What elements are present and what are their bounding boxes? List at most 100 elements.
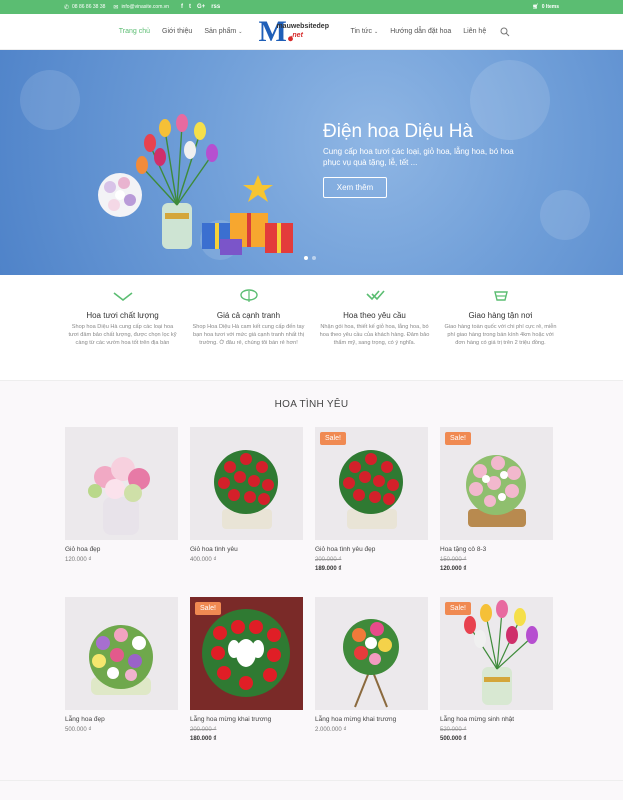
nav-item-news[interactable]: Tin tức ⌄: [350, 28, 378, 35]
product-image[interactable]: Sale!: [440, 427, 553, 540]
feature-title: Hoa theo yêu cầu: [343, 311, 406, 320]
hero-description: Cung cấp hoa tươi các loại, giỏ hoa, lẵn…: [323, 147, 514, 167]
nav-label: Tin tức: [350, 28, 372, 35]
hero-cta-button[interactable]: Xem thêm: [323, 177, 387, 198]
product-name[interactable]: Lẵng hoa mừng khai trương: [315, 716, 428, 723]
flower-illustration: [89, 625, 153, 695]
hero-slider: Điện hoa Diệu Hà Cung cấp hoa tươi các l…: [0, 50, 623, 275]
section-title: HOA TÌNH YÊU: [274, 399, 349, 410]
phone-contact[interactable]: ✆ 08 86 86 38 38: [64, 4, 105, 11]
products-section: HOA TÌNH YÊU Giỏ hoa đẹp 120.000 ₫ Giỏ hoa…: [0, 380, 623, 800]
slider-dot[interactable]: [312, 256, 316, 260]
flower-illustration: [88, 457, 150, 535]
search-icon[interactable]: [500, 27, 510, 37]
product-card[interactable]: Sale! Giỏ hoa tình yêu đẹp 200.000 ₫ 189.00…: [315, 427, 428, 597]
feature-item: Giá cả cạnh tranh Shop Hoa Diệu Hà cam k…: [189, 289, 309, 380]
feature-title: Hoa tươi chất lượng: [86, 311, 159, 320]
double-check-icon: [365, 290, 385, 301]
product-sale-price: 180.000 ₫: [190, 736, 217, 742]
chevron-down-icon: ⌄: [238, 28, 243, 35]
cart-count: 0 Items: [541, 4, 559, 10]
product-card[interactable]: Sale! Lẵng hoa mừng khai trương 200.000 ₫ 1…: [190, 597, 303, 767]
sale-badge: Sale!: [320, 432, 346, 445]
slider-dot[interactable]: [304, 256, 308, 260]
logo-text: mauwebsitedep: [276, 22, 329, 30]
flower-illustration: [343, 619, 399, 708]
hero-title: Điện hoa Diệu Hà: [323, 121, 473, 142]
product-image[interactable]: Sale!: [440, 597, 553, 710]
product-name[interactable]: Giỏ hoa đẹp: [65, 546, 178, 553]
product-price: 2.000.000 ₫: [315, 727, 347, 733]
product-name[interactable]: Hoa tặng cô 8-3: [440, 546, 553, 553]
phone-number: 08 86 86 38 38: [72, 4, 106, 10]
product-image[interactable]: [315, 597, 428, 710]
email-address: info@vinasite.com.vn: [121, 4, 170, 10]
nav-item-order-guide[interactable]: Hướng dẫn đặt hoa: [390, 28, 451, 35]
feature-item: Hoa theo yêu cầu Nhận gói hoa, thiết kế …: [315, 289, 435, 380]
product-card[interactable]: Lẵng hoa đẹp 500.000 ₫: [65, 597, 178, 767]
flowers-gifts-image: [98, 114, 293, 255]
nav-label: Liên hệ: [463, 28, 487, 35]
product-grid: Giỏ hoa đẹp 120.000 ₫ Giỏ hoa tình yêu 400.…: [65, 427, 555, 767]
price-icon: [239, 289, 258, 302]
feature-desc: Giao hàng toàn quốc với chi phí cực rẻ, …: [444, 324, 557, 346]
phone-icon: ✆: [64, 4, 70, 11]
product-price: 500.000 ₫: [65, 727, 92, 733]
bokeh-decoration: [540, 190, 590, 240]
nav-item-contact[interactable]: Liên hệ: [463, 28, 486, 35]
sale-badge: Sale!: [195, 602, 221, 615]
feature-desc: Shop Hoa Diệu Hà cam kết cung cấp đến ta…: [192, 324, 305, 346]
sale-badge: Sale!: [445, 432, 471, 445]
nav-label: Trang chủ: [118, 28, 151, 35]
product-price: 120.000 ₫: [65, 557, 92, 563]
product-price: 400.000 ₫: [190, 557, 217, 563]
main-header: Trang chủ Giới thiệu Sản phẩm ⌄ M. mauweb…: [0, 14, 623, 50]
product-image[interactable]: [190, 427, 303, 540]
top-bar: ✆ 08 86 86 38 38 ✉ info@vinasite.com.vn …: [0, 0, 623, 14]
product-sale-price: 189.000 ₫: [315, 566, 342, 572]
email-contact[interactable]: ✉ info@vinasite.com.vn: [113, 4, 169, 11]
feature-desc: Shop hoa Diệu Hà cung cấp các loại hoa t…: [68, 324, 177, 346]
email-icon: ✉: [113, 4, 119, 11]
feature-desc: Nhận gói hoa, thiết kế giỏ hoa, lẵng hoa…: [319, 324, 430, 346]
delivery-icon: [493, 291, 508, 301]
product-card[interactable]: Lẵng hoa mừng khai trương 2.000.000 ₫: [315, 597, 428, 767]
cart-link[interactable]: 🛒︎ 0 Items: [532, 4, 559, 10]
feature-title: Giao hàng tận nơi: [468, 311, 533, 320]
rss-icon[interactable]: rss: [211, 4, 220, 10]
social-links: f t G+ rss: [181, 4, 220, 10]
feature-item: Hoa tươi chất lượng Shop hoa Diệu Hà cun…: [63, 289, 183, 380]
nav-item-about[interactable]: Giới thiệu: [162, 28, 192, 35]
product-name[interactable]: Giỏ hoa tình yêu đẹp: [315, 546, 428, 553]
nav-label: Hướng dẫn đặt hoa: [390, 28, 452, 35]
features-section: Hoa tươi chất lượng Shop hoa Diệu Hà cun…: [0, 275, 623, 380]
nav-item-home[interactable]: Trang chủ: [119, 28, 150, 35]
product-name[interactable]: Lẵng hoa đẹp: [65, 716, 178, 723]
logo-suffix: .net: [290, 31, 303, 39]
google-plus-icon[interactable]: G+: [197, 4, 205, 10]
site-logo[interactable]: M. mauwebsitedep .net: [258, 16, 334, 46]
product-sale-price: 500.000 ₫: [440, 736, 467, 742]
product-card[interactable]: Sale! Lẵng hoa mừng sinh nhật 520.000 ₫ 500…: [440, 597, 553, 767]
product-card[interactable]: Sale! Hoa tặng cô 8-3 150.000 ₫ 120.000 ₫: [440, 427, 553, 597]
product-old-price: 200.000 ₫: [315, 557, 342, 563]
check-icon: [113, 292, 132, 302]
facebook-icon[interactable]: f: [181, 4, 183, 10]
chevron-down-icon: ⌄: [374, 28, 379, 35]
product-image[interactable]: [65, 427, 178, 540]
product-image[interactable]: [65, 597, 178, 710]
twitter-icon[interactable]: t: [189, 4, 191, 10]
product-name[interactable]: Lẵng hoa mừng khai trương: [190, 716, 303, 723]
product-name[interactable]: Lẵng hoa mừng sinh nhật: [440, 716, 553, 723]
product-name[interactable]: Giỏ hoa tình yêu: [190, 546, 303, 553]
nav-item-products[interactable]: Sản phẩm ⌄: [204, 28, 242, 35]
bokeh-decoration: [470, 60, 550, 140]
product-image[interactable]: Sale!: [190, 597, 303, 710]
product-card[interactable]: Giỏ hoa tình yêu 400.000 ₫: [190, 427, 303, 597]
nav-label: Giới thiệu: [162, 28, 193, 35]
flower-illustration: [214, 450, 278, 529]
main-nav: Trang chủ Giới thiệu Sản phẩm ⌄ M. mauweb…: [113, 16, 510, 46]
bokeh-decoration: [20, 70, 80, 130]
product-image[interactable]: Sale!: [315, 427, 428, 540]
product-card[interactable]: Giỏ hoa đẹp 120.000 ₫: [65, 427, 178, 597]
